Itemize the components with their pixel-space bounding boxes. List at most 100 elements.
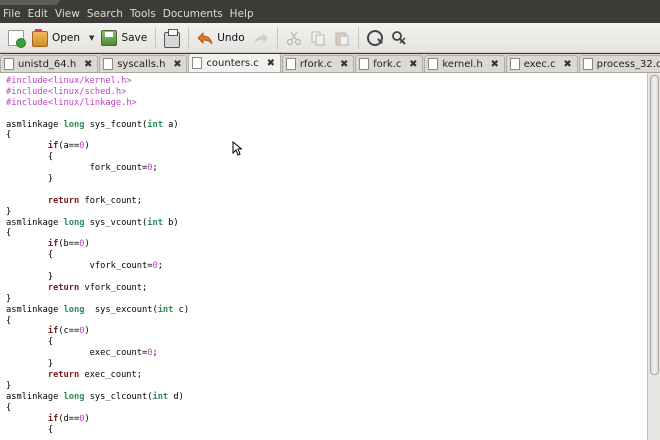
toolbar-separator xyxy=(276,26,278,49)
toolbar-separator xyxy=(188,26,190,49)
close-tab-icon[interactable]: ✖ xyxy=(339,59,349,70)
save-button[interactable]: Save xyxy=(97,25,151,51)
text-file-icon xyxy=(359,58,370,70)
tab-label: fork.c xyxy=(373,58,402,70)
code-line[interactable] xyxy=(6,109,647,120)
mouse-cursor-icon xyxy=(232,141,242,156)
undo-label: Undo xyxy=(217,31,245,44)
code-line[interactable]: } xyxy=(6,207,647,218)
code-line[interactable]: asmlinkage long sys_excount(int c) xyxy=(6,305,647,316)
code-line[interactable]: return vfork_count; xyxy=(6,283,647,294)
menu-documents[interactable]: Documents xyxy=(159,5,226,23)
tab-label: kernel.h xyxy=(442,58,483,70)
tab-label: unistd_64.h xyxy=(18,58,77,70)
tab-unistd-64-h[interactable]: unistd_64.h ✖ xyxy=(0,55,99,72)
code-line[interactable]: { xyxy=(6,130,647,141)
code-line[interactable]: } xyxy=(6,174,647,185)
scrollbar-thumb[interactable] xyxy=(650,75,659,375)
undo-icon xyxy=(197,31,213,44)
code-line[interactable]: #include<linux/sched.h> xyxy=(6,87,647,98)
code-text[interactable]: #include<linux/kernel.h> #include<linux/s… xyxy=(0,73,647,435)
close-tab-icon[interactable]: ✖ xyxy=(83,59,93,70)
tab-counters-c[interactable]: counters.c ✖ xyxy=(188,54,281,72)
text-file-icon xyxy=(509,58,520,70)
undo-button[interactable]: Undo xyxy=(193,25,248,51)
code-line[interactable]: return exec_count; xyxy=(6,370,647,381)
close-tab-icon[interactable]: ✖ xyxy=(172,59,182,70)
new-button[interactable] xyxy=(4,25,28,51)
cut-button[interactable] xyxy=(282,25,306,51)
find-replace-button[interactable] xyxy=(387,25,411,51)
copy-button[interactable] xyxy=(306,25,330,51)
search-icon xyxy=(366,29,383,46)
code-line[interactable]: vfork_count=0; xyxy=(6,261,647,272)
tab-label: process_32.c xyxy=(596,58,660,70)
tab-syscalls-h[interactable]: syscalls.h ✖ xyxy=(99,55,188,72)
code-line[interactable]: exec_count=0; xyxy=(6,348,647,359)
text-file-icon xyxy=(192,57,203,69)
menu-view[interactable]: View xyxy=(51,5,83,23)
close-tab-icon[interactable]: ✖ xyxy=(490,59,500,70)
toolbar-separator xyxy=(155,26,157,49)
code-line[interactable]: } xyxy=(6,381,647,392)
code-line[interactable]: asmlinkage long sys_fcount(int a) xyxy=(6,120,647,131)
code-line[interactable]: if(b==0) xyxy=(6,239,647,250)
code-line[interactable]: { xyxy=(6,425,647,436)
code-line[interactable]: { xyxy=(6,228,647,239)
close-tab-icon[interactable]: ✖ xyxy=(563,59,573,70)
text-file-icon xyxy=(582,58,593,70)
code-line[interactable]: if(d==0) xyxy=(6,414,647,425)
redo-button[interactable] xyxy=(249,25,273,51)
vertical-scrollbar[interactable] xyxy=(647,73,660,440)
tab-label: counters.c xyxy=(206,57,259,69)
menu-search[interactable]: Search xyxy=(83,5,126,23)
paste-icon xyxy=(335,32,349,45)
paste-button[interactable] xyxy=(330,25,354,51)
code-line[interactable]: asmlinkage long sys_clcount(int d) xyxy=(6,392,647,403)
find-replace-icon xyxy=(391,30,406,45)
code-line[interactable]: } xyxy=(6,272,647,283)
text-file-icon xyxy=(4,58,14,70)
copy-icon xyxy=(311,31,325,45)
code-line[interactable]: if(a==0) xyxy=(6,141,647,152)
menu-edit[interactable]: Edit xyxy=(24,5,51,23)
menu-file[interactable]: File xyxy=(0,5,24,23)
close-tab-icon[interactable]: ✖ xyxy=(408,59,418,70)
code-line[interactable]: { xyxy=(6,250,647,261)
document-tabs: unistd_64.h ✖ syscalls.h ✖ counters.c ✖ rfork.… xyxy=(0,54,660,73)
open-folder-icon xyxy=(32,28,48,47)
code-line[interactable]: } xyxy=(6,359,647,370)
open-dropdown-arrow[interactable]: ▼ xyxy=(86,34,97,42)
text-file-icon xyxy=(285,58,296,70)
tab-exec-c[interactable]: exec.c ✖ xyxy=(505,55,578,72)
find-button[interactable] xyxy=(363,25,387,51)
code-line[interactable]: fork_count=0; xyxy=(6,163,647,174)
printer-icon xyxy=(164,28,181,48)
code-editor[interactable]: #include<linux/kernel.h> #include<linux/s… xyxy=(0,73,647,440)
code-line[interactable]: { xyxy=(6,316,647,327)
code-line[interactable]: { xyxy=(6,337,647,348)
save-icon xyxy=(101,29,118,46)
print-button[interactable] xyxy=(160,25,184,51)
redo-icon xyxy=(253,32,268,44)
code-line[interactable]: { xyxy=(6,152,647,163)
code-line[interactable]: if(c==0) xyxy=(6,326,647,337)
tab-fork-c[interactable]: fork.c ✖ xyxy=(355,55,424,72)
code-line[interactable]: #include<linux/kernel.h> xyxy=(6,76,647,87)
menu-tools[interactable]: Tools xyxy=(126,5,159,23)
code-line[interactable]: } xyxy=(6,294,647,305)
tab-rfork-c[interactable]: rfork.c ✖ xyxy=(281,55,355,72)
tab-label: exec.c xyxy=(523,58,556,70)
code-line[interactable] xyxy=(6,185,647,196)
tab-process-32-c[interactable]: process_32.c✖ xyxy=(578,55,660,72)
close-tab-icon[interactable]: ✖ xyxy=(266,58,276,69)
toolbar-separator xyxy=(357,26,359,49)
open-button[interactable]: Open xyxy=(28,25,84,51)
menu-help[interactable]: Help xyxy=(226,5,257,23)
code-line[interactable]: asmlinkage long sys_vcount(int b) xyxy=(6,218,647,229)
tab-label: syscalls.h xyxy=(117,58,166,70)
code-line[interactable]: { xyxy=(6,403,647,414)
code-line[interactable]: return fork_count; xyxy=(6,196,647,207)
tab-kernel-h[interactable]: kernel.h ✖ xyxy=(424,55,505,72)
code-line[interactable]: #include<linux/linkage.h> xyxy=(6,98,647,109)
